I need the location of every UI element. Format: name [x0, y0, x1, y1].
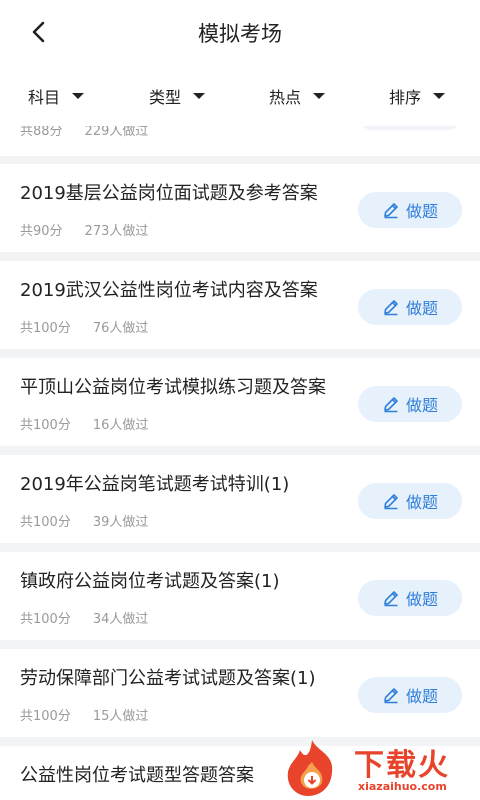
item-title: 镇政府公益岗位考试题及答案(1) [20, 571, 280, 592]
list-item[interactable]: 2019基层公益岗位面试题及参考答案 共90分 273人做过 做题 [0, 164, 480, 252]
pencil-icon [384, 494, 398, 510]
item-score: 共100分 [20, 612, 71, 627]
item-title: 平顶山公益岗位考试模拟练习题及答案 [20, 377, 326, 398]
do-exam-button[interactable]: 做题 [358, 192, 462, 228]
list-item[interactable]: 劳动保障部门公益考试试题及答案(1) 共100分 15人做过 做题 [0, 649, 480, 737]
list-item[interactable]: 镇政府公益岗位考试题及答案(1) 共100分 34人做过 做题 [0, 552, 480, 640]
item-meta: 共100分 16人做过 [20, 414, 148, 433]
item-score: 共100分 [20, 515, 71, 530]
do-exam-button[interactable]: 做题 [358, 677, 462, 713]
button-label: 做题 [405, 396, 438, 415]
do-exam-button[interactable]: 做题 [358, 580, 462, 616]
item-meta: 共100分 15人做过 [20, 705, 148, 724]
item-score: 共88分 [20, 126, 63, 139]
do-exam-button-partial[interactable] [358, 126, 462, 130]
pencil-icon [384, 300, 398, 316]
watermark-text: 下载火 [354, 748, 450, 783]
filter-bar: 科目 类型 热点 排序 [0, 64, 480, 126]
filter-sort[interactable]: 排序 [389, 84, 446, 108]
item-views: 229人做过 [84, 126, 149, 139]
list-item[interactable]: 2019武汉公益性岗位考试内容及答案 共100分 76人做过 做题 [0, 261, 480, 349]
filter-type[interactable]: 类型 [149, 84, 206, 108]
list-item[interactable]: 平顶山公益岗位考试模拟练习题及答案 共100分 16人做过 做题 [0, 358, 480, 446]
item-score: 共90分 [20, 224, 63, 239]
pencil-icon [384, 397, 398, 413]
do-exam-button[interactable]: 做题 [358, 386, 462, 422]
button-label: 做题 [405, 202, 438, 221]
item-title: 2019基层公益岗位面试题及参考答案 [20, 183, 318, 204]
item-views: 76人做过 [92, 321, 149, 336]
filter-label: 类型 [149, 88, 182, 107]
item-views: 273人做过 [84, 224, 149, 239]
list-item[interactable]: 2019年公益岗笔试题考试特训(1) 共100分 39人做过 做题 [0, 455, 480, 543]
do-exam-button[interactable]: 做题 [358, 483, 462, 519]
item-meta: 共100分 34人做过 [20, 608, 148, 627]
do-exam-button[interactable]: 做题 [358, 289, 462, 325]
item-views: 34人做过 [92, 612, 149, 627]
top-bar: 模拟考场 [0, 0, 480, 64]
caret-down-icon [433, 93, 446, 99]
filter-hot[interactable]: 热点 [269, 84, 326, 108]
item-score: 共100分 [20, 418, 71, 433]
caret-down-icon [72, 93, 85, 99]
flame-logo-icon [287, 740, 333, 796]
item-title: 2019年公益岗笔试题考试特训(1) [20, 474, 290, 495]
item-views: 39人做过 [92, 515, 149, 530]
item-score: 共100分 [20, 321, 71, 336]
exam-list[interactable]: 共88分 229人做过 2019基层公益岗位面试题及参考答案 共90分 273人… [0, 126, 480, 800]
button-label: 做题 [405, 687, 438, 706]
caret-down-icon [193, 93, 206, 99]
item-views: 16人做过 [92, 418, 149, 433]
pencil-icon [384, 591, 398, 607]
item-meta: 共100分 76人做过 [20, 317, 148, 336]
watermark-url: xiazaihuo.com [358, 780, 447, 793]
filter-label: 热点 [269, 88, 302, 107]
button-label: 做题 [405, 493, 438, 512]
item-score: 共100分 [20, 709, 71, 724]
item-meta: 共88分 229人做过 [20, 126, 148, 139]
item-title: 劳动保障部门公益考试试题及答案(1) [20, 668, 316, 689]
filter-label: 科目 [28, 88, 61, 107]
list-item-partial[interactable]: 共88分 229人做过 [0, 126, 480, 156]
pencil-icon [384, 688, 398, 704]
filter-label: 排序 [389, 88, 422, 107]
filter-subject[interactable]: 科目 [28, 84, 85, 108]
watermark: 下载火 xiazaihuo.com [282, 736, 480, 800]
caret-down-icon [313, 93, 326, 99]
item-meta: 共100分 39人做过 [20, 511, 148, 530]
pencil-icon [384, 203, 398, 219]
item-views: 15人做过 [92, 709, 149, 724]
page-title: 模拟考场 [198, 22, 282, 46]
button-label: 做题 [405, 590, 438, 609]
item-title: 2019武汉公益性岗位考试内容及答案 [20, 280, 318, 301]
button-label: 做题 [405, 299, 438, 318]
item-meta: 共90分 273人做过 [20, 220, 148, 239]
